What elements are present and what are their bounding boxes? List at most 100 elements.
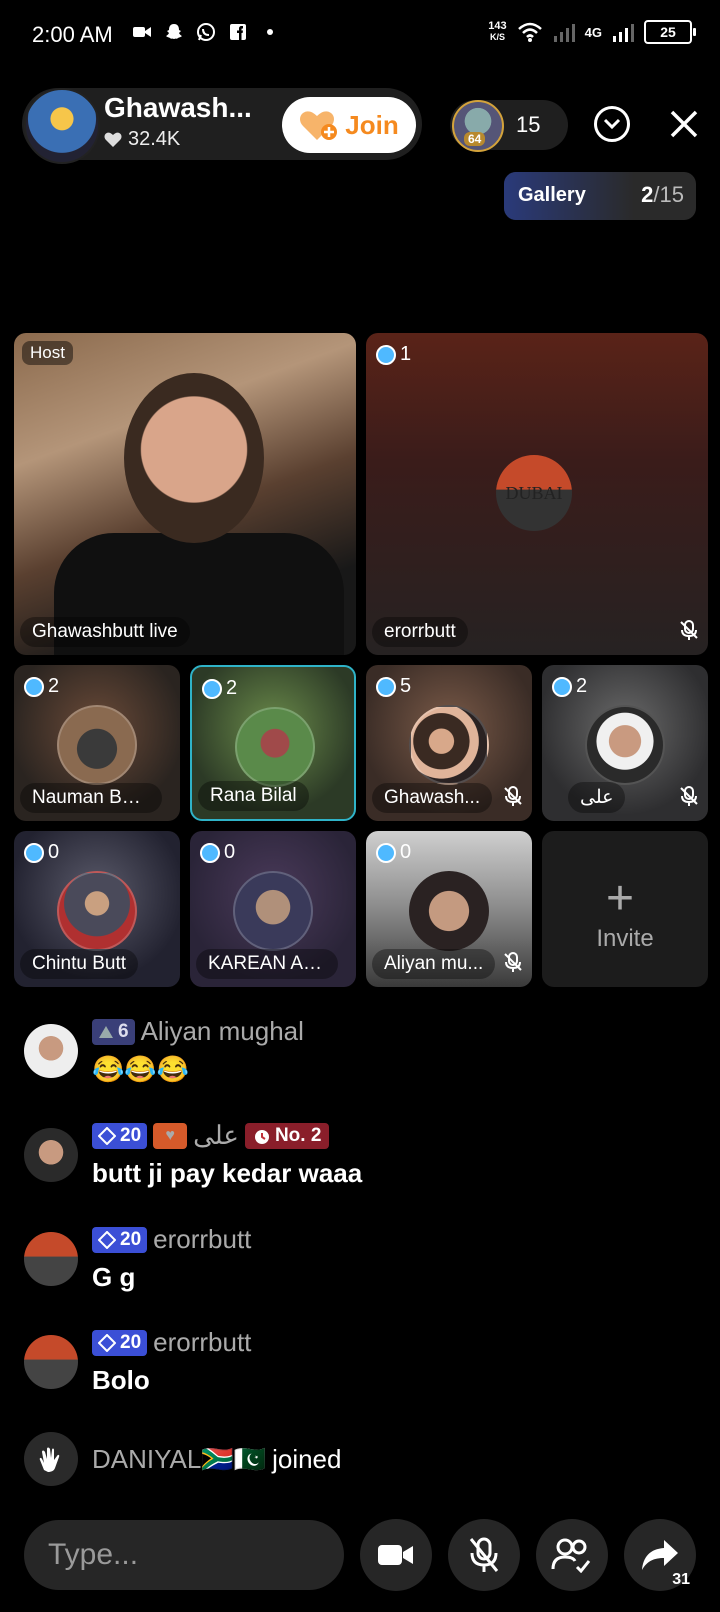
seat-number: 2 xyxy=(552,675,587,698)
seat-name: Aliyan mu... xyxy=(372,949,496,979)
seat-tile-1[interactable]: 1 DUBAI erorrbutt xyxy=(366,333,708,655)
share-count: 31 xyxy=(672,1571,690,1588)
seat-video xyxy=(409,871,489,951)
seat-number: 0 xyxy=(24,841,59,864)
triangle-icon xyxy=(99,1025,113,1038)
seat-name: علی xyxy=(568,782,626,813)
chat-username[interactable]: Aliyan mughal xyxy=(141,1016,304,1047)
mic-muted-icon xyxy=(680,620,698,640)
chevron-down-icon xyxy=(603,118,621,130)
chat-avatar[interactable] xyxy=(24,1232,78,1286)
gallery-button[interactable]: Gallery 2/15 xyxy=(504,172,696,220)
share-arrow-icon xyxy=(642,1540,678,1570)
chat-avatar[interactable] xyxy=(24,1335,78,1389)
seat-number: 2 xyxy=(202,677,237,700)
seat-avatar-logo: DUBAI xyxy=(505,482,563,503)
level-badge: 6 xyxy=(92,1018,135,1045)
seat-tile-7[interactable]: 0 KAREAN AN... xyxy=(190,831,356,987)
chat-username[interactable]: erorrbutt xyxy=(153,1327,251,1358)
host-likes-count: 32.4K xyxy=(128,128,181,150)
wifi-icon xyxy=(517,22,542,42)
seat-number: 2 xyxy=(24,675,59,698)
host-tag: Host xyxy=(22,341,73,365)
signal-weak-icon xyxy=(553,24,575,42)
join-label: Join xyxy=(345,109,399,140)
snapchat-icon xyxy=(166,24,182,39)
chat-text: 😂😂😂 xyxy=(92,1054,190,1084)
chat-avatar[interactable] xyxy=(24,1128,78,1182)
video-call-icon xyxy=(133,27,151,37)
viewer-count[interactable]: 15 xyxy=(516,112,540,138)
level-badge: 20 xyxy=(92,1226,148,1253)
guests-button[interactable] xyxy=(536,1519,608,1591)
seat-avatar xyxy=(585,705,665,785)
plus-icon: + xyxy=(606,872,635,925)
seat-number: 0 xyxy=(376,841,411,864)
seat-tile-8[interactable]: 0 Aliyan mu... xyxy=(366,831,532,987)
dot-icon xyxy=(267,29,273,35)
invite-label: Invite xyxy=(596,925,654,952)
host-video-tile[interactable]: Host Ghawashbutt live xyxy=(14,333,356,655)
seat-name: Ghawash... xyxy=(372,783,493,813)
invite-tile[interactable]: + Invite xyxy=(542,831,708,987)
collapse-button[interactable] xyxy=(594,106,630,142)
diamond-icon xyxy=(98,1333,116,1352)
video-camera-icon xyxy=(378,1545,413,1565)
chat-username[interactable]: علی xyxy=(193,1120,239,1151)
seat-avatar: DUBAI xyxy=(496,455,572,531)
alarm-icon xyxy=(254,1129,269,1144)
share-button[interactable]: 31 xyxy=(624,1519,696,1591)
status-time: 2:00 AM xyxy=(32,22,113,47)
seat-avatar xyxy=(233,871,313,951)
viewer-level-badge: 64 xyxy=(464,132,486,146)
network-type: 4G xyxy=(584,24,602,40)
gem-icon xyxy=(200,842,220,863)
joined-action: joined xyxy=(272,1444,342,1474)
battery-indicator: 25 xyxy=(644,20,696,44)
host-avatar[interactable] xyxy=(24,88,100,164)
joined-username[interactable]: DANIYAL🇿🇦🇵🇰 xyxy=(92,1444,266,1475)
seat-avatar xyxy=(57,705,137,785)
seat-tile-6[interactable]: 0 Chintu Butt xyxy=(14,831,180,987)
seat-avatar xyxy=(235,707,315,787)
wave-icon xyxy=(24,1432,78,1486)
facebook-icon xyxy=(230,24,246,40)
heart-icon xyxy=(104,132,122,147)
fan-badge-icon: ♥ xyxy=(153,1122,188,1149)
join-button[interactable]: Join xyxy=(282,97,416,153)
mic-button[interactable] xyxy=(448,1519,520,1591)
gem-icon xyxy=(376,842,396,863)
seat-name: KAREAN AN... xyxy=(196,949,338,979)
status-bar: 2:00 AM 143 K/S 4G 25 xyxy=(0,0,720,72)
rank-badge: No. 2 xyxy=(244,1122,330,1149)
gallery-label: Gallery xyxy=(518,184,586,206)
seat-name: Nauman But... xyxy=(20,783,162,813)
gallery-total: /15 xyxy=(653,182,684,207)
seat-name: erorrbutt xyxy=(372,617,468,647)
chat-avatar[interactable] xyxy=(24,1024,78,1078)
gem-icon xyxy=(24,676,44,697)
notification-icons xyxy=(132,22,280,42)
close-icon[interactable] xyxy=(664,104,704,144)
users-check-icon xyxy=(551,1538,591,1573)
whatsapp-icon xyxy=(197,23,215,41)
seat-tile-5[interactable]: 2 علی xyxy=(542,665,708,821)
host-likes: 32.4K xyxy=(104,128,180,151)
chat-text: G g xyxy=(92,1262,136,1292)
seat-tile-4[interactable]: 5 Ghawash... xyxy=(366,665,532,821)
chat-input[interactable] xyxy=(24,1520,344,1590)
seat-tile-2[interactable]: 2 Nauman But... xyxy=(14,665,180,821)
heart-plus-icon xyxy=(300,111,338,140)
chat-username[interactable]: erorrbutt xyxy=(153,1224,251,1255)
gem-icon xyxy=(376,676,396,697)
seat-avatar xyxy=(57,871,137,951)
seat-tile-3[interactable]: 2 Rana Bilal xyxy=(190,665,356,821)
mic-muted-icon xyxy=(504,786,522,806)
host-tile-name: Ghawashbutt live xyxy=(20,617,190,647)
camera-button[interactable] xyxy=(360,1519,432,1591)
level-badge: 20 xyxy=(92,1329,148,1356)
mic-muted-icon xyxy=(469,1537,499,1572)
mic-muted-icon xyxy=(680,786,698,806)
net-speed: 143 K/S xyxy=(488,21,506,43)
host-name[interactable]: Ghawash... xyxy=(104,92,264,124)
